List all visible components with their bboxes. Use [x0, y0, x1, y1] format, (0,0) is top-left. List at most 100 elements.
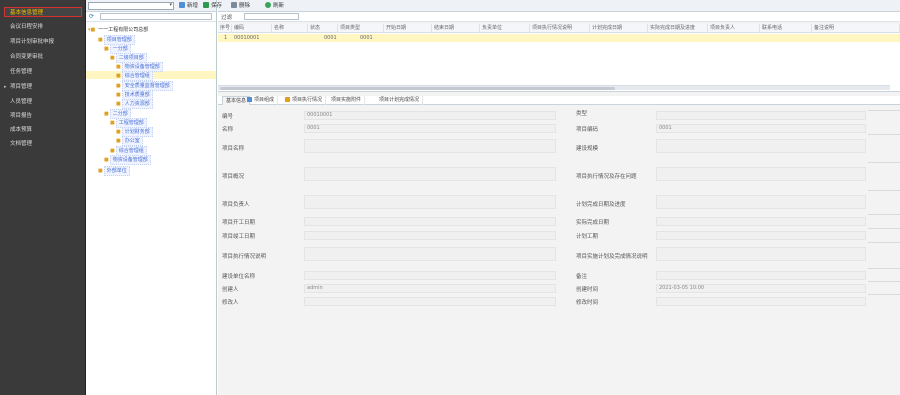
actual-date-field[interactable] [656, 217, 866, 226]
field-label: 项目编码 [576, 127, 599, 133]
column-header[interactable]: 项目执行情况说明 [530, 24, 590, 33]
tab-completion[interactable]: 项目计划完成情况 [376, 96, 424, 105]
grid-header: 序号 编码 名称 状态 项目类型 开始日期 结束日期 负责单位 项目执行情况说明… [218, 24, 900, 33]
nav-item-plan-approval[interactable]: 项目计划审批申报 [4, 37, 82, 47]
plan-progress-field[interactable] [656, 195, 866, 209]
table-row[interactable]: 1 00010001 0001 0001 [218, 34, 900, 42]
column-header[interactable]: 编码 [232, 24, 272, 33]
nav-item-meeting[interactable]: 会议日程安排 [4, 22, 82, 32]
tree-node[interactable]: ■ 物资设备管理部 [104, 155, 151, 165]
creator-field[interactable]: admin [304, 284, 556, 293]
modifier-field[interactable] [304, 297, 556, 306]
filter-input[interactable] [244, 13, 299, 20]
tree-node[interactable]: ■ 技术质量部 [116, 90, 153, 100]
nav-item-contract-change[interactable]: 合同变更审批 [4, 52, 82, 62]
refresh-button[interactable]: 刷新 [265, 2, 284, 10]
divider [868, 190, 900, 191]
tree-node[interactable]: ■ 项目管理部 [98, 35, 135, 45]
refresh-icon[interactable]: ⟳ [89, 13, 94, 20]
horizontal-scrollbar[interactable] [218, 85, 890, 90]
tree-node[interactable]: ■ 办公室 [116, 136, 143, 146]
chevron-right-icon: ▸ [4, 84, 7, 90]
column-header[interactable]: 项目类型 [338, 24, 384, 33]
tab-composition[interactable]: 项目组成 [244, 96, 279, 105]
column-header[interactable]: 实际完成日期及进度 [648, 24, 708, 33]
column-header[interactable]: 计划完成日期 [590, 24, 648, 33]
implementation-notes-field[interactable] [656, 247, 866, 261]
tree-filter-input[interactable] [100, 13, 212, 20]
column-header[interactable]: 状态 [308, 24, 338, 33]
tree-node[interactable]: ■ 安全质量监督管理部 [116, 81, 173, 91]
column-header[interactable]: 备注说明 [812, 24, 900, 33]
nav-item-label: 合同变更审批 [10, 54, 44, 60]
builder-field[interactable] [304, 271, 556, 280]
tree-node[interactable]: ■ 人力资源部 [116, 99, 153, 109]
column-header[interactable]: 联系电话 [760, 24, 812, 33]
scale-field[interactable] [656, 139, 866, 153]
end-date-field[interactable] [304, 231, 556, 240]
nav-item-label: 项目报告 [10, 113, 33, 119]
nav-item-projects[interactable]: ▸ 项目管理 [4, 82, 82, 92]
tree-node-selected[interactable]: ■ 综合管理组 [86, 71, 216, 81]
folder-icon: ■ [116, 129, 121, 135]
issues-field[interactable] [656, 167, 866, 181]
manager-field[interactable] [304, 195, 556, 209]
nav-item-tasks[interactable]: 任务管理 [4, 67, 82, 77]
table-cell: 00010001 [234, 35, 260, 41]
nav-item-people[interactable]: 人员管理 [4, 97, 82, 107]
tree-node[interactable]: ■ 一分部 [104, 44, 131, 54]
divider [868, 242, 900, 243]
plan-duration-field[interactable] [656, 231, 866, 240]
project-overview-field[interactable] [304, 167, 556, 181]
divider [868, 162, 900, 163]
name-field[interactable]: 0001 [304, 124, 556, 133]
refresh-icon [265, 2, 271, 8]
column-header[interactable]: 名称 [272, 24, 308, 33]
nav-item-documents[interactable]: 文档管理 [4, 139, 82, 149]
tree-node[interactable]: ■ 二级项目部 [110, 53, 147, 63]
divider [868, 214, 900, 215]
nav-item-reports[interactable]: 项目报告 [4, 111, 82, 121]
tree-node[interactable]: ■ 物资设备管理部 [116, 62, 163, 72]
folder-icon: ■ [104, 111, 109, 117]
modified-time-field[interactable] [656, 297, 866, 306]
scrollbar-thumb[interactable] [220, 87, 615, 90]
tree-node[interactable]: ■ 外部单位 [98, 166, 130, 176]
remarks-field[interactable] [656, 271, 866, 280]
folder-icon: ■ [104, 46, 109, 52]
column-header[interactable]: 项目负责人 [708, 24, 760, 33]
tab-label: 项目执行情况 [292, 97, 323, 103]
column-header[interactable]: 结束日期 [432, 24, 480, 33]
tree-node[interactable]: ■ 计划财务部 [116, 127, 153, 137]
project-code-field[interactable]: 0001 [656, 124, 866, 133]
tree-label: 外部单位 [103, 166, 130, 176]
folder-icon: ■ [116, 101, 121, 107]
tree-root[interactable]: ▾■ 一一工程有限公司总部 [88, 26, 150, 34]
execution-notes-field[interactable] [304, 247, 556, 261]
folder-icon: ■ [116, 138, 121, 144]
tab-label: 项目计划完成情况 [379, 97, 420, 103]
tree-node[interactable]: ■ 工程管理部 [110, 118, 147, 128]
start-date-field[interactable] [304, 217, 556, 226]
type-field[interactable] [656, 111, 866, 120]
nav-item-budget[interactable]: 成本预算 [4, 125, 82, 135]
tab-label: 项目实施附件 [331, 97, 362, 103]
column-header[interactable]: 序号 [218, 24, 232, 33]
column-header[interactable]: 负责单位 [480, 24, 530, 33]
column-header[interactable]: 开始日期 [384, 24, 432, 33]
field-label: 建设单位名称 [222, 274, 256, 280]
tree-search-select[interactable]: ▾ [88, 2, 174, 10]
project-name-field[interactable] [304, 139, 556, 153]
tree-filter-bar: ⟳ [86, 12, 216, 22]
tab-attachments[interactable]: 项目实施附件 [328, 96, 366, 105]
delete-button[interactable]: 删除 [231, 2, 250, 10]
nav-item-basic-info[interactable]: 基本信息管理 [4, 7, 82, 17]
created-time-field[interactable]: 2021-03-05 10:00 [656, 284, 866, 293]
tree-node[interactable]: ■ 综合管理组 [110, 146, 147, 156]
new-button[interactable]: 新增 [179, 2, 198, 10]
tab-execution[interactable]: 项目执行情况 [282, 96, 327, 105]
tree-node[interactable]: ■ 二分部 [104, 109, 131, 119]
list-icon [247, 97, 252, 102]
code-field[interactable]: 00010001 [304, 111, 556, 120]
save-button[interactable]: 保存 [203, 2, 222, 10]
